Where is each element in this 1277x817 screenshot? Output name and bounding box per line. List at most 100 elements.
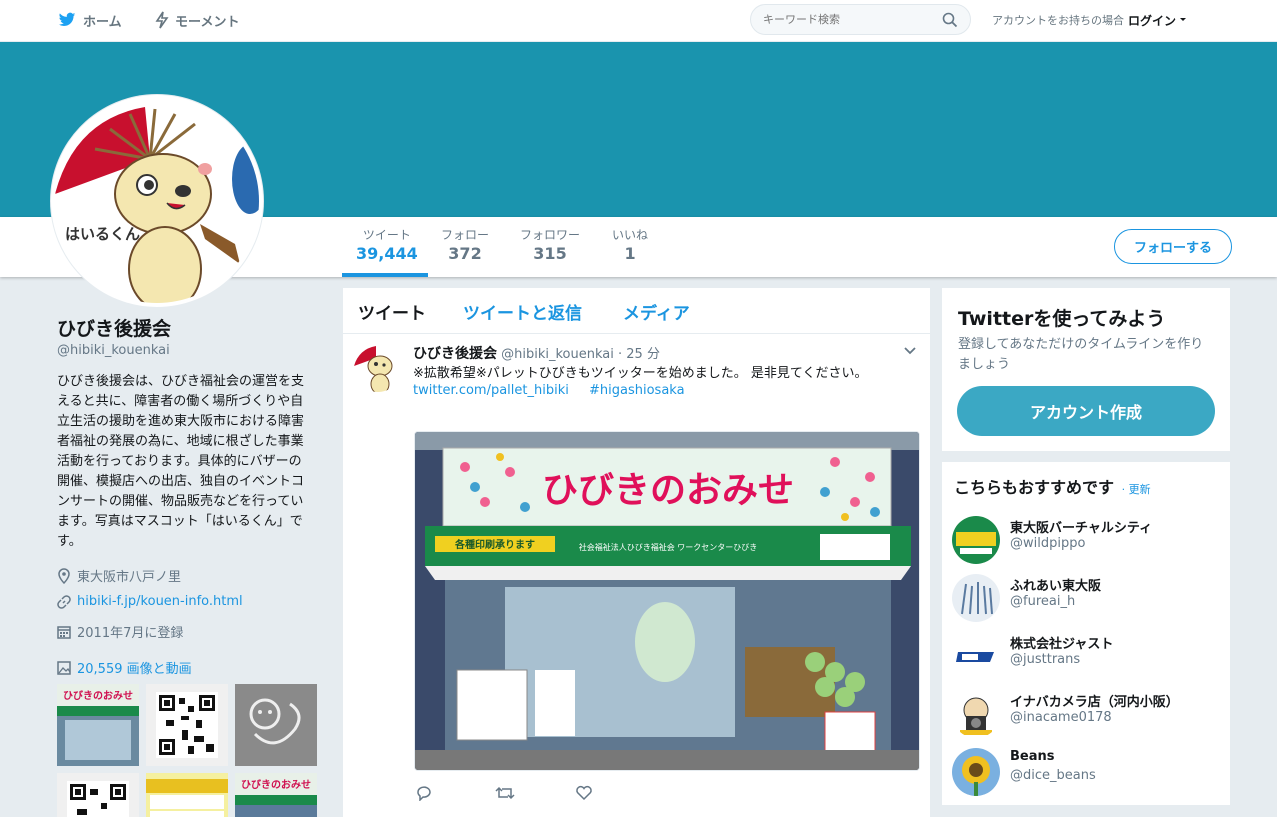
tweet-avatar[interactable] — [354, 344, 402, 392]
media-thumb[interactable]: ひびきのおみせ — [57, 684, 139, 766]
who-to-follow: こちらもおすすめです · 更新 東大阪バーチャルシティ @wildpippo ふ… — [942, 462, 1230, 805]
photo-awning-text: 各種印刷承ります — [454, 538, 535, 551]
refresh-link[interactable]: · 更新 — [1122, 483, 1151, 496]
suggestion-avatar[interactable] — [952, 574, 1000, 622]
tweet-time[interactable]: · 25 分 — [618, 347, 660, 362]
suggestion-item[interactable]: 東大阪バーチャルシティ @wildpippo — [952, 516, 1222, 566]
media-link[interactable]: 20,559 画像と動画 — [57, 658, 192, 677]
suggestion-avatar[interactable] — [952, 748, 1000, 796]
retweet-icon[interactable] — [495, 785, 515, 805]
top-nav: ホーム モーメント アカウントをお持ちの場合 ログイン — [0, 0, 1277, 42]
heart-icon[interactable] — [575, 785, 593, 805]
nav-home[interactable]: ホーム — [57, 0, 122, 40]
stat-followers-label: フォロワー — [520, 228, 581, 242]
tweet-links: twitter.com/pallet_hibiki #higashiosaka — [413, 383, 701, 398]
profile-avatar[interactable]: はいるくん — [51, 95, 263, 307]
tweet-header: ひびき後援会 @hibiki_kouenkai · 25 分 — [413, 343, 660, 363]
stat-likes[interactable]: いいね 1 — [612, 227, 648, 265]
suggestion-handle[interactable]: @inacame0178 — [1010, 710, 1112, 725]
tweet-text: ※拡散希望※パレットひびきもツイッターを始めました。 是非見てください。 — [413, 366, 868, 381]
reply-icon[interactable] — [415, 785, 433, 805]
media-thumb[interactable] — [235, 684, 317, 766]
media-thumb[interactable] — [146, 684, 228, 766]
tweet-menu-chevron-icon[interactable] — [903, 344, 917, 360]
nav-home-label: ホーム — [83, 14, 122, 30]
photo-sign-text: ひびきのおみせ — [542, 470, 794, 511]
stat-following[interactable]: フォロー 372 — [441, 227, 489, 265]
suggestion-name[interactable]: Beans — [1010, 749, 1055, 764]
mascot-image: はいるくん — [55, 99, 259, 303]
suggestion-avatar[interactable] — [952, 690, 1000, 738]
stat-following-value: 372 — [448, 244, 482, 263]
tab-media[interactable]: メディア — [623, 299, 690, 324]
signup-module: Twitterを使ってみよう 登録してあなただけのタイムラインを作りましょう ア… — [942, 288, 1230, 451]
stat-likes-value: 1 — [624, 244, 636, 263]
suggestion-item[interactable]: イナバカメラ店（河内小阪） @inacame0178 — [952, 690, 1222, 740]
search-input[interactable] — [763, 13, 942, 26]
profile-location: 東大阪市八戸ノ里 — [57, 566, 181, 585]
twitter-bird-icon — [58, 12, 76, 27]
suggestion-name[interactable]: 株式会社ジャスト — [1010, 633, 1113, 652]
thumb-sign-text: ひびきのおみせ — [241, 778, 311, 791]
suggestion-avatar[interactable] — [952, 516, 1000, 564]
mascot-label: はいるくん — [65, 225, 140, 243]
have-account-text: アカウントをお持ちの場合 — [992, 14, 1124, 27]
tweet-url-link[interactable]: twitter.com/pallet_hibiki — [413, 383, 569, 398]
timeline: ツイート ツイートと返信 メディア ひびき後援会 @hibiki_kouenka… — [343, 288, 930, 817]
stat-following-label: フォロー — [441, 228, 490, 242]
suggestion-item[interactable]: Beans @dice_beans — [952, 748, 1222, 798]
tweet-author-name[interactable]: ひびき後援会 — [413, 346, 497, 362]
location-text: 東大阪市八戸ノ里 — [77, 570, 182, 585]
stat-followers[interactable]: フォロワー 315 — [520, 227, 580, 265]
media-thumb[interactable] — [57, 773, 139, 817]
caret-down-icon — [1180, 18, 1187, 21]
suggestion-item[interactable]: ふれあい東大阪 @fureai_h — [952, 574, 1222, 624]
media-count[interactable]: 20,559 画像と動画 — [77, 658, 192, 677]
create-account-button[interactable]: アカウント作成 — [957, 386, 1215, 436]
nav-moments[interactable]: モーメント — [155, 0, 239, 40]
stat-followers-value: 315 — [533, 244, 567, 263]
link-icon — [57, 594, 71, 609]
location-pin-icon — [58, 567, 70, 584]
timeline-tabs: ツイート ツイートと返信 メディア — [343, 288, 930, 334]
tab-tweets-replies[interactable]: ツイートと返信 — [463, 299, 582, 324]
suggestion-name[interactable]: イナバカメラ店（河内小阪） — [1010, 691, 1179, 710]
media-thumb[interactable] — [146, 773, 228, 817]
suggestion-handle[interactable]: @dice_beans — [1010, 768, 1096, 783]
profile-url: hibiki-f.jp/kouen-info.html — [57, 594, 243, 609]
tab-tweets[interactable]: ツイート — [358, 299, 426, 324]
calendar-icon — [57, 625, 71, 639]
suggestion-handle[interactable]: @justtrans — [1010, 652, 1080, 667]
login-menu[interactable]: アカウントをお持ちの場合 ログイン — [992, 0, 1188, 40]
follow-button[interactable]: フォローする — [1114, 229, 1232, 264]
stat-likes-label: いいね — [612, 228, 649, 242]
who-to-follow-title: こちらもおすすめです · 更新 — [954, 474, 1151, 498]
joined-text: 2011年7月に登録 — [77, 626, 184, 641]
stat-tweets[interactable]: ツイート 39,444 — [356, 227, 418, 265]
photo-org-text: 社会福祉法人ひびき福祉会 ワークセンターひびき — [579, 542, 758, 552]
suggestion-name[interactable]: 東大阪バーチャルシティ — [1010, 517, 1152, 536]
profile-bio: ひびき後援会は、ひびき福祉会の運営を支えると共に、障害者の働く場所づくりや自立生… — [57, 374, 305, 549]
active-tab-indicator — [342, 273, 428, 277]
profile-name[interactable]: ひびき後援会 — [57, 314, 171, 341]
suggestion-item[interactable]: 株式会社ジャスト @justtrans — [952, 632, 1222, 682]
media-thumb[interactable]: ひびきのおみせ — [235, 773, 317, 817]
signup-title: Twitterを使ってみよう — [958, 308, 1166, 330]
login-link[interactable]: ログイン — [1128, 12, 1176, 29]
suggestion-avatar[interactable] — [952, 632, 1000, 680]
thumb-sign-text: ひびきのおみせ — [63, 689, 133, 702]
search-icon[interactable] — [942, 12, 958, 28]
search-box — [750, 4, 971, 35]
tweet-hashtag[interactable]: #higashiosaka — [589, 383, 685, 398]
suggestion-handle[interactable]: @fureai_h — [1010, 594, 1075, 609]
stat-tweets-value: 39,444 — [356, 244, 418, 263]
profile-joined: 2011年7月に登録 — [57, 622, 183, 641]
suggestion-handle[interactable]: @wildpippo — [1010, 536, 1085, 551]
nav-moments-label: モーメント — [175, 14, 240, 30]
lightning-icon — [155, 11, 169, 29]
profile-url-link[interactable]: hibiki-f.jp/kouen-info.html — [77, 594, 243, 609]
tweet-author-handle[interactable]: @hibiki_kouenkai — [501, 347, 614, 362]
suggestion-name[interactable]: ふれあい東大阪 — [1010, 575, 1101, 594]
tweet-photo[interactable]: ひびきのおみせ 各種印刷承ります 社会福祉法人ひびき福祉会 ワークセンターひびき — [414, 431, 920, 771]
profile-screen-name[interactable]: @hibiki_kouenkai — [57, 343, 170, 358]
